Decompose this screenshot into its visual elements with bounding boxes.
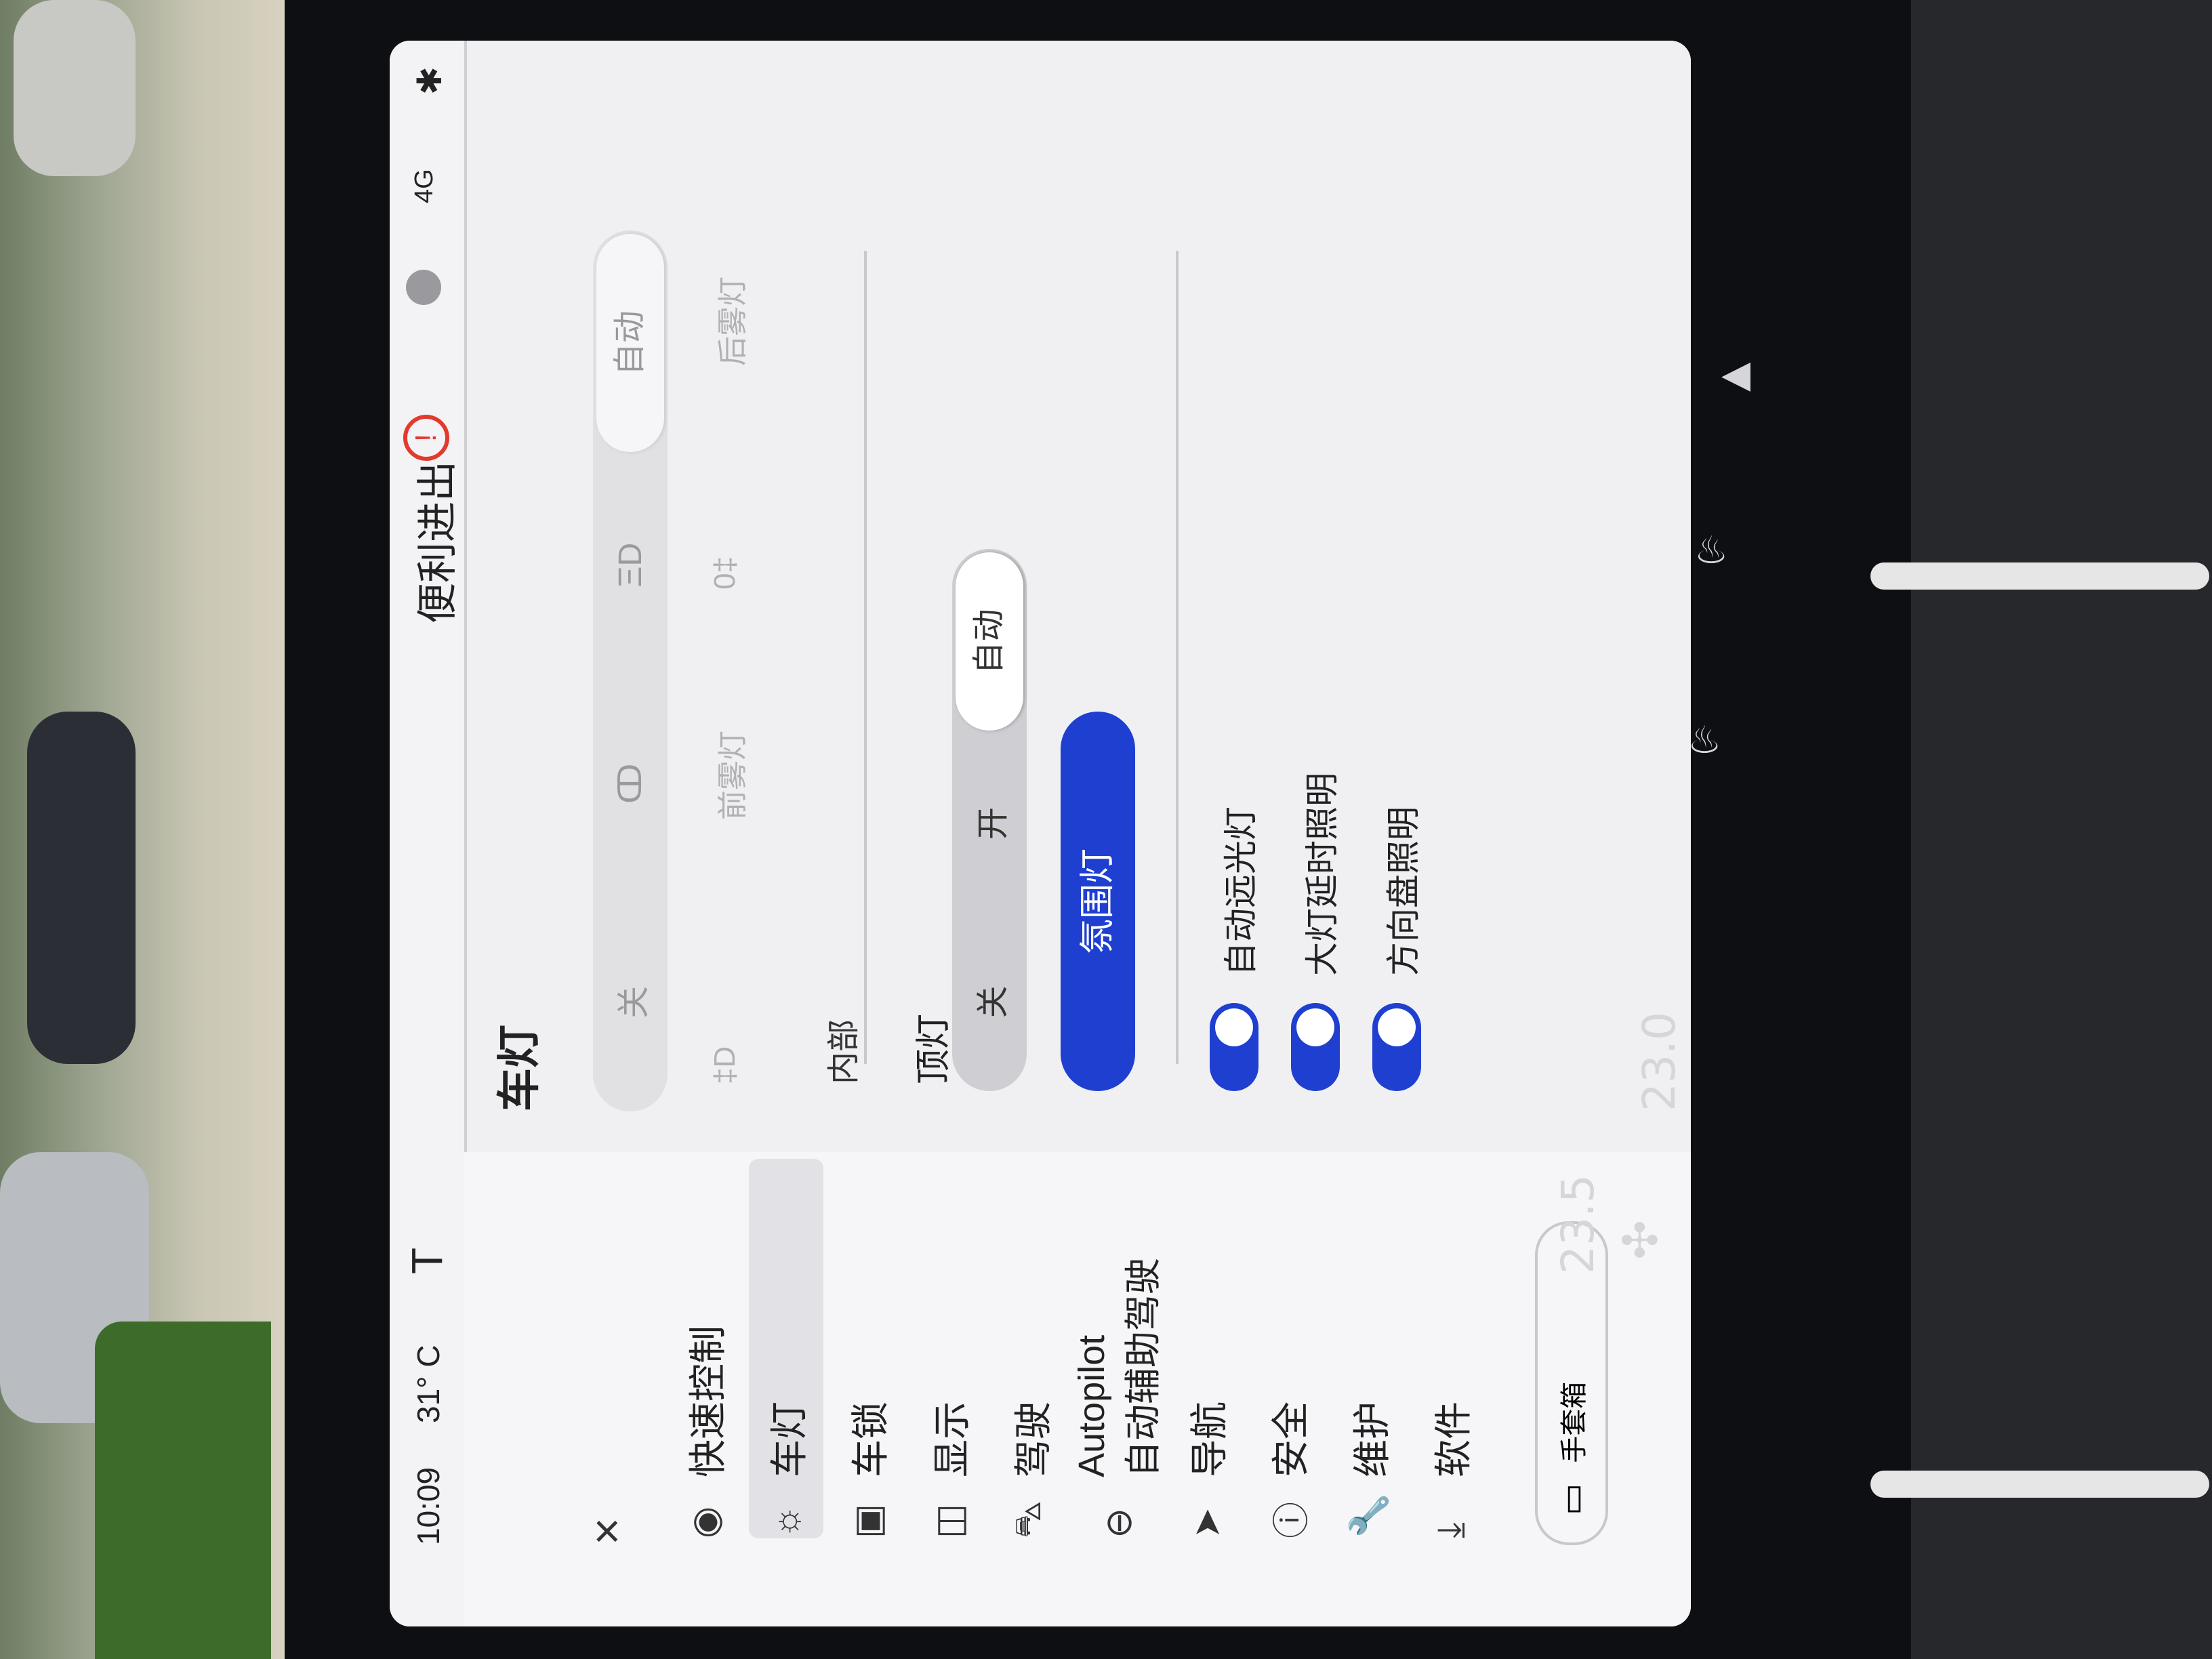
user-profile-icon[interactable] — [406, 270, 441, 305]
sidebar-item-driving[interactable]: ⛍ 驾驶 — [993, 1159, 1067, 1538]
headlight-delay-label: 大灯延时照明 — [1303, 773, 1341, 976]
sidebar-item-label: 软件 — [1431, 1401, 1475, 1477]
dashboard — [1911, 0, 2212, 1659]
sidebar-item-locks[interactable]: ▣ 车锁 — [830, 1159, 905, 1538]
option-auto[interactable]: 自动 — [596, 234, 664, 453]
sidebar-item-quick-controls[interactable]: ◉ 快速控制 — [668, 1159, 742, 1538]
navigation-icon: ➤ — [1186, 1507, 1227, 1538]
auto-high-beam-toggle[interactable] — [1210, 1003, 1258, 1091]
rear-fog-button[interactable]: 后雾灯 — [708, 276, 752, 366]
dome-light-selector[interactable]: 关 开 自动 — [952, 549, 1027, 1091]
interior-section-label: 内部 — [826, 1019, 862, 1084]
sidebar-item-label: 快速控制 — [686, 1326, 729, 1477]
settings-sidebar: × ◉ 快速控制 ☼ 车灯 ▣ 车锁 ◫ 显示 ⛍ 驾驶 ⊖ Autopilot… — [464, 1152, 1691, 1626]
dash-trim — [1870, 1471, 2209, 1498]
passenger-temperature[interactable]: 23.0 — [1633, 1012, 1685, 1111]
close-icon[interactable]: × — [579, 1517, 634, 1545]
toggle-knob — [1215, 1008, 1253, 1046]
steering-wheel-icon: ⊖ — [1098, 1507, 1139, 1538]
sidebar-item-software[interactable]: ⤓ 软件 — [1413, 1159, 1488, 1538]
status-bar: 10:09 31° C T 便利进出 ! 4G ✱ — [390, 41, 467, 1626]
dome-option-on[interactable]: 开 — [966, 734, 1013, 912]
dash-trim — [1870, 562, 2209, 590]
dome-option-auto[interactable]: 自动 — [956, 552, 1023, 731]
exterior-lights-selector[interactable]: 关 ↀ ΞD 自动 — [593, 230, 668, 1111]
fog-icon[interactable]: ‡D — [708, 1046, 742, 1084]
rear-fog-icon[interactable]: 0‡ — [708, 556, 742, 590]
divider — [864, 251, 867, 1064]
touchscreen: 10:09 31° C T 便利进出 ! 4G ✱ × ◉ 快速控制 ☼ 车灯 … — [390, 41, 1691, 1626]
steering-wheel-light-label: 方向盘照明 — [1385, 806, 1422, 976]
wrench-icon: 🔧 — [1348, 1492, 1389, 1538]
sidebar-item-label: 维护 — [1350, 1401, 1393, 1477]
dome-light-label: 顶灯 — [914, 1013, 954, 1084]
ambient-light-button[interactable]: 氛围灯 — [1061, 712, 1135, 1091]
safety-icon: ⓘ — [1271, 1502, 1312, 1538]
option-off[interactable]: 关 — [607, 893, 654, 1112]
seat-heater-icon[interactable]: ♨ — [1687, 718, 1721, 762]
light-icon: ☼ — [766, 1504, 806, 1539]
auto-high-beam-label: 自动远光灯 — [1222, 806, 1260, 976]
homelink-button[interactable]: 便利进出 — [405, 461, 464, 623]
parked-car — [27, 712, 136, 1064]
sidebar-item-lights[interactable]: ☼ 车灯 — [749, 1159, 823, 1538]
page-title: 车灯 — [495, 1025, 544, 1111]
glovebox-label: 手套箱 — [1559, 1381, 1589, 1463]
sidebar-item-label: 车锁 — [848, 1401, 892, 1477]
car-icon: ⛍ — [1007, 1500, 1048, 1538]
sidebar-item-label: 显示 — [930, 1401, 973, 1477]
steering-wheel-light-toggle[interactable] — [1372, 1003, 1421, 1091]
dome-option-off[interactable]: 关 — [966, 913, 1013, 1091]
hedge — [95, 1322, 271, 1659]
sidebar-item-navigation[interactable]: ➤ 导航 — [1169, 1159, 1244, 1538]
network-indicator: 4G — [410, 169, 438, 203]
sidebar-item-display[interactable]: ◫ 显示 — [912, 1159, 986, 1538]
seat-heater-icon[interactable]: ♨ — [1694, 529, 1728, 573]
glovebox-icon: ▭ — [1553, 1483, 1591, 1515]
parked-car — [14, 0, 136, 176]
toggle-icon: ◉ — [684, 1506, 726, 1538]
sidebar-item-label: 导航 — [1187, 1401, 1231, 1477]
display-icon: ◫ — [928, 1503, 970, 1538]
tesla-logo-icon[interactable]: T — [402, 1248, 452, 1274]
divider — [1176, 251, 1179, 1064]
driver-temperature[interactable]: 23.5 — [1552, 1174, 1604, 1274]
front-fog-button[interactable]: 前雾灯 — [708, 731, 752, 820]
low-beam-icon[interactable]: ΞD — [612, 456, 649, 675]
sidebar-item-label: Autopilot — [1071, 1334, 1112, 1477]
car-window-view — [0, 0, 285, 1659]
screen-content: 10:09 31° C T 便利进出 ! 4G ✱ × ◉ 快速控制 ☼ 车灯 … — [390, 41, 1691, 1626]
headlight-delay-toggle[interactable] — [1291, 1003, 1340, 1091]
parking-light-icon[interactable]: ↀ — [611, 674, 649, 893]
sidebar-item-sublabel: 自动辅助驾驶 — [1122, 1258, 1164, 1477]
toggle-knob — [1378, 1008, 1416, 1046]
download-icon: ⤓ — [1429, 1522, 1471, 1538]
sidebar-item-safety[interactable]: ⓘ 安全 — [1250, 1159, 1325, 1538]
sidebar-item-label: 驾驶 — [1011, 1401, 1054, 1477]
clock: 10:09 — [411, 1467, 446, 1545]
sidebar-item-label: 安全 — [1269, 1401, 1312, 1477]
lock-icon: ▣ — [847, 1503, 888, 1538]
sidebar-item-autopilot[interactable]: ⊖ Autopilot 自动辅助驾驶 — [1071, 1159, 1164, 1538]
toggle-knob — [1296, 1008, 1334, 1046]
sidebar-item-label: 车灯 — [767, 1401, 811, 1477]
sidebar-item-service[interactable]: 🔧 维护 — [1332, 1159, 1406, 1538]
bluetooth-icon[interactable]: ✱ — [410, 66, 449, 95]
speaker-icon[interactable]: ◀ — [1721, 352, 1750, 396]
alert-icon[interactable]: ! — [403, 415, 449, 461]
outside-temperature: 31° C — [411, 1345, 446, 1423]
fan-icon[interactable]: ✣ — [1620, 1213, 1660, 1269]
